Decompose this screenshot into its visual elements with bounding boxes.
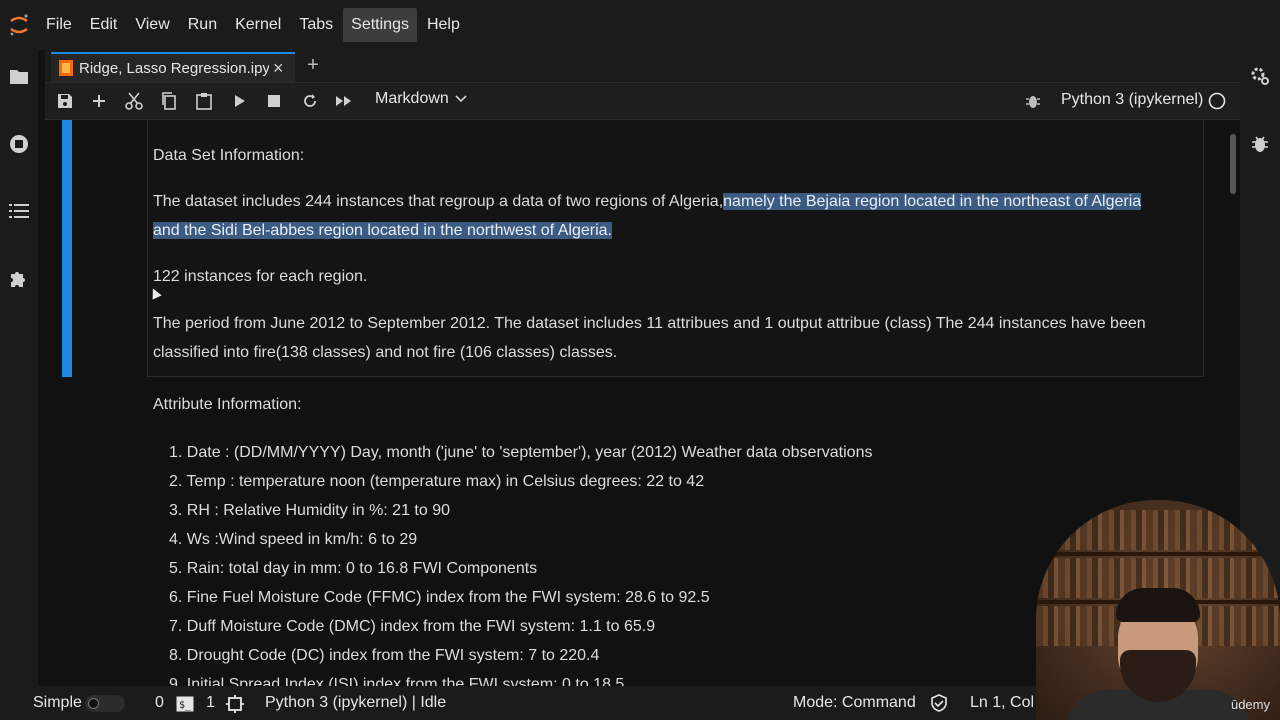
shield-icon[interactable] [930, 694, 948, 717]
insert-cell-plus-icon[interactable] [87, 90, 111, 112]
run-play-icon[interactable] [228, 90, 252, 112]
close-icon[interactable]: × [273, 58, 284, 79]
paragraph-3-line-2: classified into fire(138 classes) and no… [153, 343, 618, 361]
tab-notebook[interactable]: Ridge, Lasso Regression.ipynb × [51, 52, 295, 82]
simple-mode-toggle[interactable] [85, 695, 125, 712]
paste-clipboard-icon[interactable] [192, 90, 216, 112]
menu-settings[interactable]: Settings [343, 8, 417, 42]
presenter-hair [1116, 588, 1200, 622]
paragraph-2: 122 instances for each region. [153, 268, 368, 285]
menu-bar: File Edit View Run Kernel Tabs Settings … [0, 0, 1280, 50]
simple-mode-label: Simple [33, 694, 82, 711]
list-item: 4. Ws :Wind speed in km/h: 6 to 29 [169, 531, 418, 548]
active-cell-indicator[interactable] [62, 120, 72, 377]
fast-forward-icon[interactable] [332, 90, 356, 112]
terminal-count[interactable]: 0 [155, 694, 164, 712]
extension-puzzle-icon[interactable] [7, 267, 31, 291]
cell-type-value: Markdown [375, 90, 449, 107]
property-inspector-gear-icon[interactable] [1248, 64, 1272, 88]
data-set-heading: Data Set Information: [153, 147, 305, 164]
shelf [1036, 552, 1280, 556]
list-item: 6. Fine Fuel Moisture Code (FFMC) index … [169, 589, 710, 606]
paragraph-1-plain: The dataset includes 244 instances that … [153, 193, 724, 210]
chevron-down-icon [455, 90, 467, 108]
mode-indicator: Mode: Command [793, 694, 916, 711]
menu-file[interactable]: File [38, 8, 80, 42]
menu-kernel[interactable]: Kernel [227, 8, 289, 42]
menu-view[interactable]: View [127, 8, 177, 42]
paragraph-3: The period from June 2012 to September 2… [153, 310, 1146, 367]
copy-icon[interactable] [157, 90, 181, 112]
stop-square-icon[interactable] [262, 90, 286, 112]
restart-icon[interactable] [298, 90, 322, 112]
list-item: 7. Duff Moisture Code (DMC) index from t… [169, 618, 656, 635]
terminal-icon[interactable]: $_ [176, 696, 194, 717]
folder-icon[interactable] [7, 64, 31, 88]
selected-text-a: namely the Bejaia region located in the … [723, 193, 1142, 210]
selected-text-b: and the Sidi Bel-abbes region located in… [153, 221, 612, 239]
menu-tabs[interactable]: Tabs [291, 8, 341, 42]
toggle-knob [88, 698, 99, 709]
left-sidebar [0, 50, 38, 686]
cell-type-select[interactable]: Markdown [375, 90, 467, 108]
svg-text:$_: $_ [179, 700, 192, 711]
kernel-status[interactable]: Python 3 (ipykernel) | Idle [265, 694, 446, 712]
running-kernels-icon[interactable] [7, 132, 31, 156]
table-of-contents-icon[interactable] [7, 199, 31, 223]
new-tab-plus-icon[interactable]: + [302, 54, 324, 77]
bookshelf-row [1036, 510, 1280, 550]
list-item: 3. RH : Relative Humidity in %: 21 to 90 [169, 502, 451, 519]
notebook-icon [59, 60, 73, 76]
list-item: 2. Temp : temperature noon (temperature … [169, 473, 705, 490]
tab-bar: Ridge, Lasso Regression.ipynb × + [45, 50, 1240, 83]
attribute-heading: Attribute Information: [153, 396, 302, 413]
paragraph-1: The dataset includes 244 instances that … [153, 188, 1142, 245]
udemy-watermark: ūdemy [1230, 697, 1270, 712]
kernel-count[interactable]: 1 [206, 694, 215, 712]
attribute-list: 1. Date : (DD/MM/YYYY) Day, month ('june… [169, 438, 872, 686]
debugger-bug-icon[interactable] [1021, 90, 1045, 112]
list-item: 9. Initial Spread Index (ISI) index from… [169, 676, 625, 686]
list-item: 8. Drought Code (DC) index from the FWI … [169, 647, 600, 664]
save-icon[interactable] [53, 90, 77, 112]
jupyter-logo-icon [0, 0, 38, 50]
menu-help[interactable]: Help [419, 8, 468, 42]
menu: File Edit View Run Kernel Tabs Settings … [38, 0, 470, 50]
paragraph-3-line-1: The period from June 2012 to September 2… [153, 315, 1146, 332]
scrollbar[interactable] [1230, 134, 1236, 194]
kernel-status-circle-icon [1205, 90, 1229, 112]
list-item: 5. Rain: total day in mm: 0 to 16.8 FWI … [169, 560, 538, 577]
debugger-bug-icon[interactable] [1248, 132, 1272, 156]
list-item: 1. Date : (DD/MM/YYYY) Day, month ('june… [169, 444, 873, 461]
notebook-toolbar: Markdown Python 3 (ipykernel) [45, 83, 1240, 120]
tab-label: Ridge, Lasso Regression.ipynb [79, 59, 269, 77]
menu-edit[interactable]: Edit [82, 8, 126, 42]
kernel-name[interactable]: Python 3 (ipykernel) [1061, 91, 1203, 109]
kernel-gear-icon[interactable] [226, 695, 244, 718]
menu-run[interactable]: Run [180, 8, 225, 42]
cut-scissors-icon[interactable] [122, 90, 146, 112]
webcam-overlay: ūdemy [1036, 500, 1280, 720]
